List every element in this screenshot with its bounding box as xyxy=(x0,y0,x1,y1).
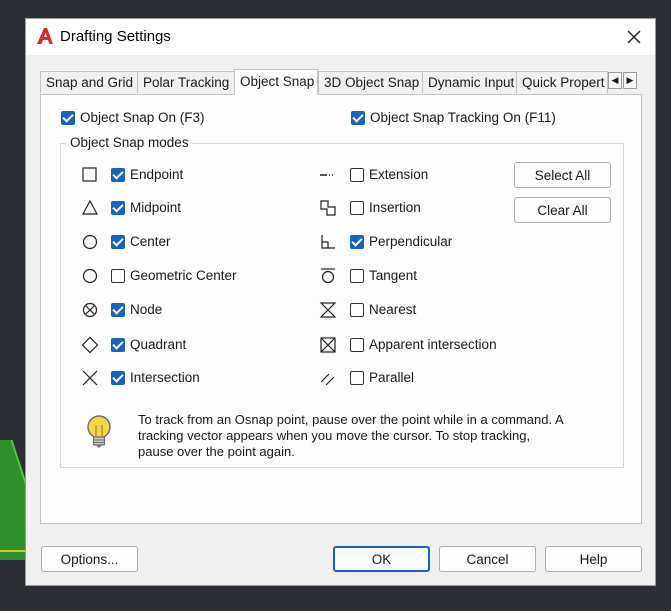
checkbox-box xyxy=(350,234,364,249)
tab-strip: Snap and Grid Polar Tracking Object Snap… xyxy=(40,69,620,95)
object-snap-tracking-label: Object Snap Tracking On (F11) xyxy=(370,110,556,125)
midpoint-triangle-icon xyxy=(81,199,99,215)
tab-object-snap[interactable]: Object Snap xyxy=(234,69,318,95)
checkbox-box xyxy=(111,167,125,182)
options-button[interactable]: Options... xyxy=(41,546,138,572)
clear-all-button[interactable]: Clear All xyxy=(514,197,611,223)
quadrant-diamond-icon xyxy=(81,336,99,354)
info-line-2: tracking vector appears when you move th… xyxy=(138,428,531,443)
nearest-label: Nearest xyxy=(369,302,417,317)
info-line-1: To track from an Osnap point, pause over… xyxy=(138,412,564,427)
object-snap-on-checkbox[interactable]: Object Snap On (F3) xyxy=(61,110,205,125)
object-snap-on-label: Object Snap On (F3) xyxy=(80,110,205,125)
apparent-intersection-icon xyxy=(320,337,336,353)
endpoint-checkbox[interactable]: Endpoint xyxy=(111,167,183,182)
apparent-intersection-checkbox[interactable]: Apparent intersection xyxy=(350,337,497,352)
nearest-checkbox[interactable]: Nearest xyxy=(350,302,416,317)
checkbox-box xyxy=(350,370,364,385)
tab-3d-object-snap[interactable]: 3D Object Snap xyxy=(318,71,423,93)
midpoint-label: Midpoint xyxy=(130,200,182,215)
node-label: Node xyxy=(130,302,163,317)
checkbox-box xyxy=(111,302,125,317)
tab-polar-tracking[interactable]: Polar Tracking xyxy=(137,71,235,93)
info-text: To track from an Osnap point, pause over… xyxy=(138,412,608,460)
quadrant-label: Quadrant xyxy=(130,337,187,352)
midpoint-checkbox[interactable]: Midpoint xyxy=(111,200,181,215)
object-snap-tracking-checkbox[interactable]: Object Snap Tracking On (F11) xyxy=(351,110,556,125)
perpendicular-checkbox[interactable]: Perpendicular xyxy=(350,234,452,249)
select-all-button[interactable]: Select All xyxy=(514,162,611,188)
autocad-a-icon xyxy=(37,28,53,44)
checkbox-box xyxy=(351,110,365,125)
endpoint-square-icon xyxy=(82,167,97,182)
tab-scroll-right-button[interactable]: ▶ xyxy=(623,72,637,89)
checkbox-box xyxy=(350,302,364,317)
tangent-label: Tangent xyxy=(369,268,418,283)
tangent-icon xyxy=(321,268,335,284)
extension-icon xyxy=(320,174,333,176)
apparent-intersection-label: Apparent intersection xyxy=(369,337,497,352)
checkbox-box xyxy=(111,234,125,249)
tab-dynamic-input[interactable]: Dynamic Input xyxy=(422,71,517,93)
title-bar[interactable]: Drafting Settings xyxy=(26,19,655,55)
node-circle-x-icon xyxy=(82,302,98,318)
parallel-label: Parallel xyxy=(369,370,415,385)
intersection-x-icon xyxy=(82,370,98,386)
center-label: Center xyxy=(130,234,171,249)
checkbox-box xyxy=(61,110,75,125)
insertion-icon xyxy=(320,200,336,216)
insertion-label: Insertion xyxy=(369,200,421,215)
cancel-button[interactable]: Cancel xyxy=(439,546,536,572)
checkbox-box xyxy=(111,200,125,215)
parallel-checkbox[interactable]: Parallel xyxy=(350,370,414,385)
object-snap-modes-group: Object Snap modes Endpoint Midpoint Cent… xyxy=(60,135,624,468)
extension-checkbox[interactable]: Extension xyxy=(350,167,428,182)
chevron-right-icon: ▶ xyxy=(626,75,634,85)
checkbox-box xyxy=(111,268,125,283)
info-line-3: pause over the point again. xyxy=(138,444,295,459)
geometric-center-circle-icon xyxy=(82,268,98,284)
quadrant-checkbox[interactable]: Quadrant xyxy=(111,337,186,352)
window-title: Drafting Settings xyxy=(60,28,171,45)
perpendicular-label: Perpendicular xyxy=(369,234,453,249)
tab-snap-and-grid[interactable]: Snap and Grid xyxy=(40,71,138,93)
ok-button[interactable]: OK xyxy=(333,546,430,572)
tangent-checkbox[interactable]: Tangent xyxy=(350,268,417,283)
tab-scroll-left-button[interactable]: ◀ xyxy=(608,72,622,89)
help-button[interactable]: Help xyxy=(545,546,642,572)
checkbox-box xyxy=(111,370,125,385)
node-checkbox[interactable]: Node xyxy=(111,302,162,317)
center-checkbox[interactable]: Center xyxy=(111,234,171,249)
group-label: Object Snap modes xyxy=(67,135,192,150)
parallel-icon xyxy=(320,373,335,386)
intersection-checkbox[interactable]: Intersection xyxy=(111,370,200,385)
chevron-left-icon: ◀ xyxy=(611,75,619,85)
intersection-label: Intersection xyxy=(130,370,200,385)
drafting-settings-dialog: Drafting Settings Snap and Grid Polar Tr… xyxy=(25,18,656,586)
checkbox-box xyxy=(350,337,364,352)
close-icon xyxy=(627,30,641,44)
nearest-hourglass-icon xyxy=(319,302,337,318)
extension-label: Extension xyxy=(369,167,429,182)
perpendicular-icon xyxy=(321,235,335,249)
geometric-center-checkbox[interactable]: Geometric Center xyxy=(111,268,237,283)
checkbox-box xyxy=(350,200,364,215)
object-snap-panel: Object Snap On (F3) Object Snap Tracking… xyxy=(40,94,642,524)
insertion-checkbox[interactable]: Insertion xyxy=(350,200,421,215)
close-button[interactable] xyxy=(619,23,649,51)
checkbox-box xyxy=(111,337,125,352)
tab-quick-properties[interactable]: Quick Propert xyxy=(516,71,608,93)
lightbulb-icon xyxy=(87,415,111,448)
checkbox-box xyxy=(350,167,364,182)
endpoint-label: Endpoint xyxy=(130,167,184,182)
center-circle-icon xyxy=(82,234,98,250)
checkbox-box xyxy=(350,268,364,283)
geometric-center-label: Geometric Center xyxy=(130,268,237,283)
